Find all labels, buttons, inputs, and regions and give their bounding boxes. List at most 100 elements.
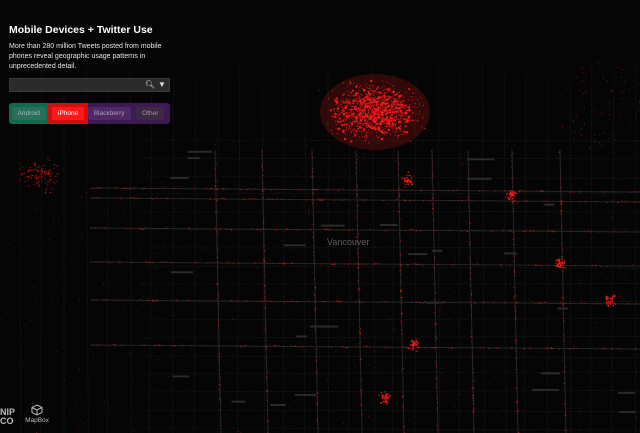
tweet-point [394,103,397,106]
tweet-point [261,166,263,168]
tweet-point [358,233,359,234]
tweet-point [387,124,389,126]
tweet-point [590,231,592,233]
tweet-point [367,136,369,138]
tweet-point [152,198,154,200]
tweet-point [172,188,174,190]
tweet-point [613,231,615,233]
tweet-point [624,299,626,301]
tweet-point [353,136,355,138]
tweet-point [33,286,35,288]
tweet-point [610,91,612,93]
tweet-point [316,418,318,420]
tweet-point [209,199,211,200]
tweet-point [407,264,409,266]
tweet-point [199,300,201,301]
tweet-point [637,155,639,156]
tweet-point [610,299,613,302]
tweet-point [339,105,341,107]
tweet-point [264,357,266,359]
tweet-point [133,200,135,202]
mapbox-logo[interactable]: MapBox [22,404,52,424]
tweet-point [369,378,371,380]
tweet-point [207,262,209,264]
tweet-point [34,162,36,164]
filter-other-button[interactable]: Other [130,103,170,124]
tweet-point [507,312,509,314]
tweet-point [268,300,269,302]
tweet-point [401,189,403,191]
tweet-point [434,256,436,257]
tweet-point [349,91,351,93]
tweet-point [509,284,511,286]
tweet-point [253,169,255,171]
tweet-point [396,198,397,200]
partner-logo[interactable]: NIP CO [0,408,15,426]
tweet-point [611,216,613,218]
tweet-point [235,345,237,347]
tweet-point [357,261,359,263]
tweet-point [582,241,584,243]
tweet-point [594,322,596,324]
tweet-point [584,230,585,232]
tweet-point [142,188,144,190]
tweet-point [40,167,43,169]
tweet-point [465,281,467,283]
tweet-point [2,162,4,164]
tweet-point [579,133,581,135]
tweet-point [584,86,586,88]
filter-android-button[interactable]: Android [9,103,49,124]
filter-blackberry-button[interactable]: Blackberry [87,103,131,124]
tweet-point [469,210,471,212]
tweet-point [610,358,612,360]
tweet-point [162,345,164,347]
tweet-point [545,199,547,201]
tweet-point [629,89,631,91]
filter-iphone-button[interactable]: iPhone [48,103,88,124]
search-icon[interactable]: 🔍︎ [144,79,156,91]
tweet-point [340,103,342,105]
tweet-point [432,176,434,178]
tweet-point [263,262,265,263]
tweet-point [629,383,631,385]
tweet-point [610,297,613,300]
tweet-point [563,320,565,322]
tweet-point [409,104,411,106]
tweet-point [543,190,544,192]
tweet-point [502,229,504,231]
tweet-point [624,106,626,107]
tweet-point [321,198,322,200]
tweet-point [353,116,355,118]
tweet-point [511,230,513,231]
tweet-point [32,174,34,177]
tweet-point [24,180,27,182]
tweet-point [158,344,160,346]
tweet-point [401,329,403,331]
tweet-point [312,202,313,204]
tweet-point [347,112,350,114]
tweet-point [608,106,610,108]
tweet-point [377,104,380,106]
tweet-point [268,343,270,345]
tweet-point [215,186,217,188]
tweet-point [361,102,363,104]
tweet-point [353,120,355,122]
tweet-point [221,350,223,352]
tweet-point [374,350,376,352]
caret-down-icon[interactable]: ▼ [156,79,168,91]
tweet-point [78,370,79,372]
tweet-point [401,333,403,334]
tweet-point [216,233,218,235]
street-label-mark [310,325,338,328]
tweet-point [523,348,525,350]
tweet-point [255,199,257,200]
tweet-point [264,187,266,189]
tweet-point [456,346,458,348]
tweet-point [208,219,210,221]
tweet-point [277,198,278,199]
tweet-point [395,126,397,128]
tweet-point [633,349,635,351]
tweet-point [177,300,179,302]
tweet-point [556,258,558,261]
search-input[interactable] [10,79,148,91]
